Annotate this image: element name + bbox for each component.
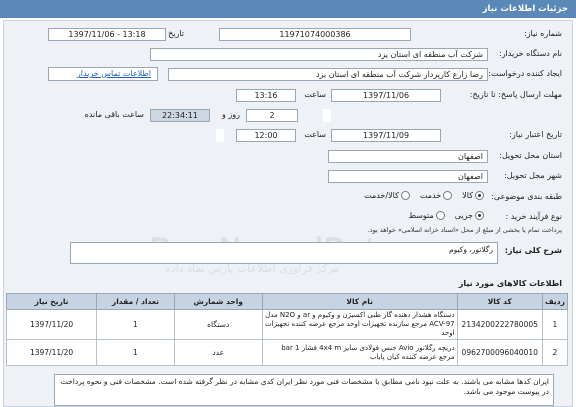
announce-field: 1397/11/06 - 13:18 xyxy=(48,28,166,41)
item-name: دریچه رگلاتور Avio جنس فولادی سایز 4x4 m… xyxy=(261,339,458,366)
item-unit: عدد xyxy=(173,339,263,366)
table-row: 2 0962700096040010 دریچه رگلاتور Avio جن… xyxy=(5,339,569,366)
buyer-notes-field: ایران کدها مشابه می باشند. به علت نبود ن… xyxy=(54,374,554,406)
radio-selected-icon[interactable] xyxy=(475,211,484,220)
city-field: اصفهان xyxy=(328,170,488,183)
items-section-title: اطلاعات کالاهای مورد نیاز xyxy=(458,279,562,288)
items-table: ردیف کد کالا نام کالا واحد شمارش تعداد /… xyxy=(5,293,569,366)
spacer xyxy=(216,129,224,142)
summary-label: شرح کلی نیاز: xyxy=(504,246,562,255)
item-code: 0962700096040010 xyxy=(456,339,543,366)
radio-icon[interactable] xyxy=(435,211,445,220)
province-label: استان محل تحویل: xyxy=(499,151,562,160)
buyer-org-field: شرکت آب منطقه ای استان یزد xyxy=(150,48,488,61)
days-field: 2 xyxy=(246,109,298,122)
validity-date-field: 1397/11/09 xyxy=(331,129,441,142)
column-header: کد کالا xyxy=(456,293,543,310)
column-header: تعداد / مقدار xyxy=(96,293,175,310)
column-header: تاریخ نیاز xyxy=(5,293,98,310)
page-header: جزئیات اطلاعات نیاز xyxy=(0,0,576,18)
purchase-option-minor[interactable]: جزیی xyxy=(455,211,484,220)
province-field: اصفهان xyxy=(328,150,488,163)
summary-field: رگلاتور، وکیوم xyxy=(70,242,498,264)
row-number: 1 xyxy=(541,309,569,340)
category-option-service[interactable]: خدمت xyxy=(420,191,453,200)
creator-field: رضا زارع کارپرداز شرکت آب منطقه ای استان… xyxy=(168,68,488,81)
item-qty: 1 xyxy=(96,309,175,340)
need-number-field: 11971074000386 xyxy=(219,28,411,41)
reply-time-field: 13:16 xyxy=(236,89,296,102)
row-anchor xyxy=(323,109,331,122)
column-header: واحد شمارش xyxy=(173,293,263,310)
item-code: 2134200222780005 xyxy=(456,309,543,340)
buyer-contact-link[interactable]: اطلاعات تماس خریدار xyxy=(48,67,158,81)
radio-selected-icon[interactable] xyxy=(475,191,484,200)
purchase-option-medium[interactable]: متوسط xyxy=(409,211,445,220)
need-number-label: شماره نیاز: xyxy=(524,29,562,38)
item-date: 1397/11/20 xyxy=(5,339,98,366)
reply-time-label: ساعت xyxy=(304,90,326,99)
reply-deadline-label: مهلت ارسال پاسخ: تا تاریخ: xyxy=(469,90,562,99)
category-option-goods-service[interactable]: کالا/خدمت xyxy=(364,191,410,200)
process-note: پرداخت تمام یا بخشی از مبلغ از محل «اسنا… xyxy=(367,226,562,234)
page-title: جزئیات اطلاعات نیاز xyxy=(482,4,568,14)
item-date: 1397/11/20 xyxy=(5,309,98,340)
table-row: 1 2134200222780005 دستگاه هشدار دهنده گا… xyxy=(5,309,569,340)
remaining-label: ساعت باقی مانده xyxy=(84,110,144,119)
radio-icon[interactable] xyxy=(400,191,410,200)
category-label: طبقه بندی موضوعی: xyxy=(491,192,562,201)
validity-time-label: ساعت xyxy=(304,130,326,139)
category-option-goods[interactable]: کالا xyxy=(462,191,484,200)
purchase-type-label: نوع فرآیند خرید : xyxy=(505,212,562,221)
item-name: دستگاه هشدار دهنده گاز طبی اکسیژن و وکیو… xyxy=(261,309,458,340)
remaining-time-field: 22:34:11 xyxy=(150,109,210,122)
creator-label: ایجاد کننده درخواست: xyxy=(488,69,562,78)
column-header: نام کالا xyxy=(261,293,458,310)
validity-time-field: 12:00 xyxy=(236,129,296,142)
radio-icon[interactable] xyxy=(443,191,453,200)
item-unit: دستگاه xyxy=(173,309,263,340)
item-qty: 1 xyxy=(96,339,175,366)
city-label: شهر محل تحویل: xyxy=(504,171,562,180)
purchase-radio-group: جزیی متوسط xyxy=(403,211,484,220)
category-radio-group: کالا خدمت کالا/خدمت xyxy=(358,191,484,200)
reply-date-field: 1397/11/06 xyxy=(331,89,441,102)
row-number: 2 xyxy=(541,339,569,366)
validity-label: تاریخ اعتبار نیاز: xyxy=(509,130,562,139)
days-label: روز و xyxy=(222,110,240,119)
items-table-header: ردیف کد کالا نام کالا واحد شمارش تعداد /… xyxy=(5,293,569,310)
buyer-org-label: نام دستگاه خریدار: xyxy=(499,49,562,58)
column-header: ردیف xyxy=(541,293,569,310)
